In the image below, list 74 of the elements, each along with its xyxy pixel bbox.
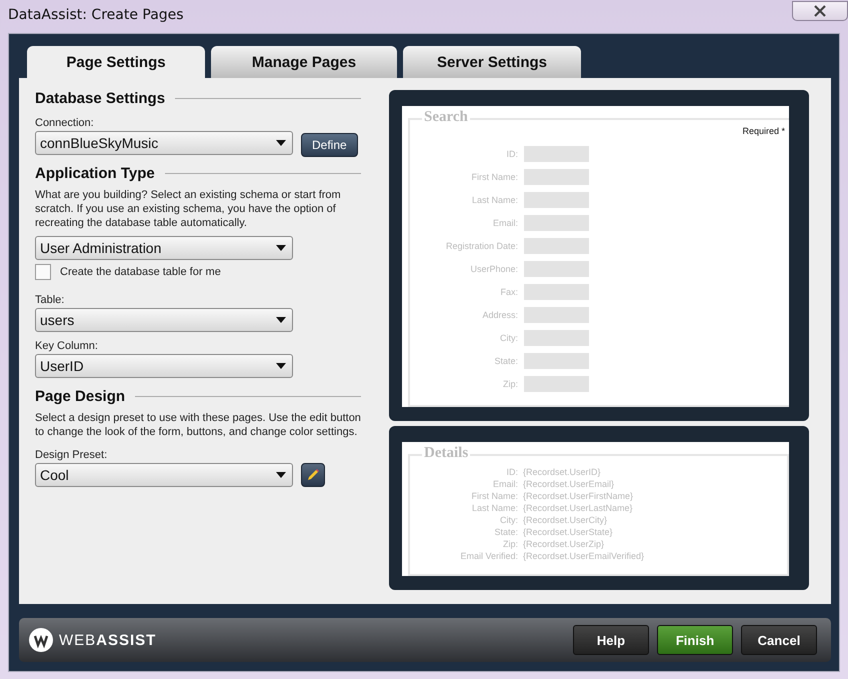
preview-value: {Recordset.UserEmail} [523,479,614,489]
tab[interactable]: Manage Pages [211,46,397,78]
preview-input-field [524,352,589,368]
preview-input-field [524,192,589,208]
preview-value: {Recordset.UserState} [523,527,613,537]
finish-button[interactable]: Finish [657,625,733,655]
preview-value: {Recordset.UserID} [523,467,601,477]
preview-input-field [524,238,589,254]
application-type-dropdown[interactable]: User Administration [35,236,293,260]
description-text: Select a design preset to use with these pages. Use the edit button to change the look of the form, buttons, and change color settings. [35,411,361,439]
design-preset-dropdown[interactable]: Cool [35,463,293,487]
field-label: Key Column: [35,340,99,352]
close-button[interactable] [792,0,848,20]
description-text: What are you building? Select an existing schema or start from scratch. If you use an existing schema, you have the option of recreating the database table automatically. [35,188,342,230]
dropdown-arrow-icon [276,245,286,251]
preview-value: {Recordset.UserEmailVerified} [523,551,644,561]
preview-input-field [524,330,589,346]
preview-input-field [524,168,589,184]
edit-button[interactable] [301,463,325,487]
preview-label: Last Name: [470,503,519,513]
preview-label: Email: [492,479,519,489]
preview-label: First Name: [470,172,519,182]
preview-value: {Recordset.UserLastName} [523,503,633,513]
key-column-dropdown[interactable]: UserID [35,354,293,378]
preview-value: {Recordset.UserZip} [523,539,604,549]
checkbox-label: Create the database table for me [60,266,221,278]
preview-label: Last Name: [470,194,519,204]
logo-text: WEBASSIST [59,632,156,648]
dropdown-arrow-icon [276,363,286,369]
preview-input-field [524,284,589,300]
preview-label: State: [493,356,519,366]
preview-value: {Recordset.UserFirstName} [523,491,634,501]
preview-label: Email Verified: [459,551,519,561]
checkbox[interactable] [35,264,51,280]
dropdown-arrow-icon [276,140,286,146]
dropdown-arrow-icon [276,472,286,478]
section-heading: Database Settings [35,90,166,107]
preview-label: Address: [481,310,519,320]
preview-label: City: [499,515,519,525]
preview-label: Registration Date: [444,240,519,250]
preview-label: Fax: [499,286,519,296]
section-heading: Application Type [35,165,155,182]
preview-input-field [524,146,589,162]
preview-label: State: [493,527,519,537]
close-icon [812,4,828,16]
section-heading: Page Design [35,388,126,405]
window-title: DataAssist: Create Pages [8,6,184,22]
connection-dropdown[interactable]: connBlueSkyMusic [35,131,293,155]
footer-button[interactable]: Cancel [741,625,817,655]
pencil-icon [306,468,320,482]
required-note: Required * [742,126,785,136]
preview-label: ID: [505,148,519,158]
define-button[interactable]: Define [301,133,358,157]
tab[interactable]: Page Settings [27,46,205,78]
field-label: Design Preset: [35,449,108,461]
preview-input-field [524,214,589,230]
preview-label: Zip: [502,539,519,549]
preview-input-field [524,376,589,392]
preview-label: Email: [492,218,519,228]
preview-label: UserPhone: [469,264,519,274]
preview-input-field [524,260,589,276]
table-dropdown[interactable]: users [35,308,293,332]
footer-button[interactable]: Help [573,625,649,655]
dropdown-arrow-icon [276,317,286,323]
field-label: Connection: [35,117,95,129]
preview-value: {Recordset.UserCity} [523,515,608,525]
preview-input-field [524,306,589,322]
preview-label: First Name: [470,491,519,501]
preview-label: ID: [505,467,519,477]
logo-icon [29,628,53,652]
tab[interactable]: Server Settings [403,46,581,78]
field-label: Table: [35,294,66,306]
preview-label: Zip: [502,378,519,388]
preview-label: City: [499,332,519,342]
